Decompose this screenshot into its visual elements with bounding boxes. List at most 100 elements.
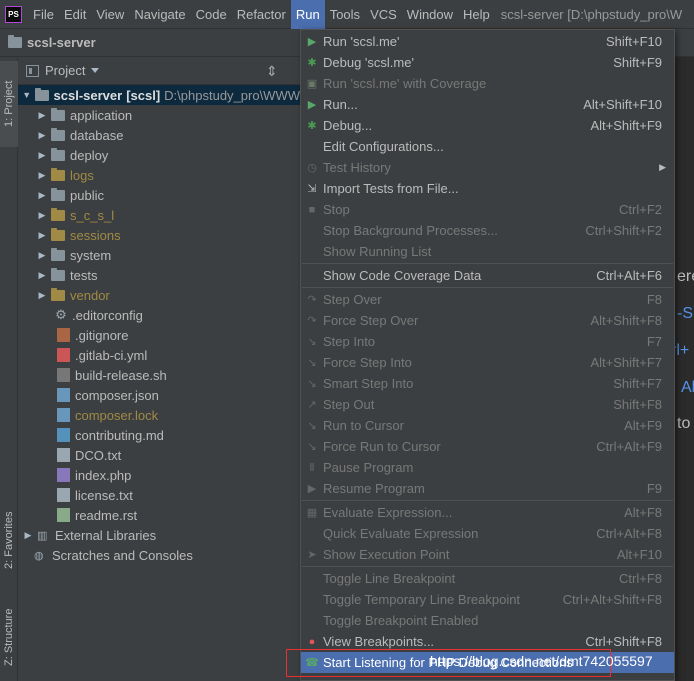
menu-item-smart-step-into[interactable]: ↘ Smart Step Into Shift+F7	[301, 373, 674, 394]
menu-item-test-history[interactable]: ◷ Test History ▶	[301, 157, 674, 178]
menu-item-label: Test History	[323, 160, 391, 175]
watermark: https://blog.csdn.net/dmt742055597	[430, 653, 653, 669]
menu-item-label: Step Out	[323, 397, 375, 412]
menu-item-show-code-coverage-data[interactable]: Show Code Coverage Data Ctrl+Alt+F6	[301, 265, 674, 286]
tree-item-sessions[interactable]: ▶ sessions	[18, 225, 300, 245]
menu-item-shortcut: Ctrl+Shift+F2	[585, 223, 662, 238]
menu-window[interactable]: Window	[402, 0, 458, 29]
menu-item-stop-background-processes[interactable]: Stop Background Processes... Ctrl+Shift+F…	[301, 220, 674, 241]
tree-item-composer-json[interactable]: composer.json	[18, 385, 300, 405]
tree-item-contributing-md[interactable]: contributing.md	[18, 425, 300, 445]
expand-arrow-icon[interactable]: ▼	[22, 90, 32, 100]
folder-icon	[51, 287, 65, 301]
tree-item-logs[interactable]: ▶ logs	[18, 165, 300, 185]
menu-item-evaluate-expression[interactable]: ▦ Evaluate Expression... Alt+F8	[301, 502, 674, 523]
menu-item-force-step-over[interactable]: ↷ Force Step Over Alt+Shift+F8	[301, 310, 674, 331]
tree-item-gitlab-ci-yml[interactable]: .gitlab-ci.yml	[18, 345, 300, 365]
menu-item-debug-scsl-me[interactable]: ✱ Debug 'scsl.me' Shift+F9	[301, 52, 674, 73]
menu-item-label: Show Running List	[323, 244, 432, 259]
menu-item-force-run-to-cursor[interactable]: ↘ Force Run to Cursor Ctrl+Alt+F9	[301, 436, 674, 457]
tree-item-application[interactable]: ▶ application	[18, 105, 300, 125]
menu-item-step-over[interactable]: ↷ Step Over F8	[301, 289, 674, 310]
tree-item-database[interactable]: ▶ database	[18, 125, 300, 145]
menu-item-shortcut: F9	[646, 481, 662, 496]
menu-vcs[interactable]: VCS	[365, 0, 402, 29]
json-file-icon	[57, 388, 70, 402]
menu-file[interactable]: File	[28, 0, 59, 29]
expand-arrow-icon[interactable]: ▶	[36, 290, 48, 301]
php-file-icon	[57, 468, 70, 482]
menu-item-toggle-breakpoint-enabled[interactable]: Toggle Breakpoint Enabled	[301, 610, 674, 631]
expand-arrow-icon[interactable]: ▶	[36, 230, 48, 241]
tree-item-gitignore[interactable]: .gitignore	[18, 325, 300, 345]
collapse-all-icon[interactable]: ⇕	[266, 63, 278, 80]
menu-item-edit-configurations[interactable]: Edit Configurations...	[301, 136, 674, 157]
tree-item-dco-txt[interactable]: DCO.txt	[18, 445, 300, 465]
tree-item-system[interactable]: ▶ system	[18, 245, 300, 265]
force-step-into-icon: ↘	[307, 357, 317, 369]
expand-arrow-icon[interactable]: ▶	[36, 190, 48, 201]
menu-edit[interactable]: Edit	[59, 0, 91, 29]
menu-code[interactable]: Code	[191, 0, 232, 29]
expand-arrow-icon[interactable]: ▶	[22, 530, 34, 541]
menu-item-show-execution-point[interactable]: ➤ Show Execution Point Alt+F10	[301, 544, 674, 565]
menu-separator	[302, 287, 673, 288]
tree-item-s-c-s-l[interactable]: ▶ s_c_s_l	[18, 205, 300, 225]
menu-item-run-to-cursor[interactable]: ↘ Run to Cursor Alt+F9	[301, 415, 674, 436]
expand-arrow-icon[interactable]: ▶	[36, 270, 48, 281]
tab-project[interactable]: 1: Project	[0, 61, 18, 147]
tree-item-vendor[interactable]: ▶ vendor	[18, 285, 300, 305]
menu-item-resume-program[interactable]: ▶ Resume Program F9	[301, 478, 674, 499]
menu-item-shortcut: Alt+F8	[624, 505, 662, 520]
menu-help[interactable]: Help	[458, 0, 495, 29]
menu-tools[interactable]: Tools	[325, 0, 365, 29]
expand-arrow-icon[interactable]: ▶	[36, 170, 48, 181]
menu-item-import-tests-from-file[interactable]: ⇲ Import Tests from File...	[301, 178, 674, 199]
menu-item-debug[interactable]: ✱ Debug... Alt+Shift+F9	[301, 115, 674, 136]
menu-item-run-scsl-me-with-coverage[interactable]: ▣ Run 'scsl.me' with Coverage	[301, 73, 674, 94]
tab-favorites[interactable]: 2: Favorites	[0, 495, 18, 585]
menu-navigate[interactable]: Navigate	[129, 0, 190, 29]
chevron-down-icon[interactable]	[91, 68, 100, 73]
expand-arrow-icon[interactable]: ▶	[36, 130, 48, 141]
menu-view[interactable]: View	[91, 0, 129, 29]
tree-item-external-libraries[interactable]: ▶ ▥ External Libraries	[18, 525, 300, 545]
folder-icon	[51, 187, 65, 201]
tree-item-readme-rst[interactable]: readme.rst	[18, 505, 300, 525]
tree-item-build-release-sh[interactable]: build-release.sh	[18, 365, 300, 385]
expand-arrow-icon[interactable]: ▶	[36, 210, 48, 221]
tree-item-scratches[interactable]: ◍ Scratches and Consoles	[18, 545, 300, 565]
menu-item-show-running-list[interactable]: Show Running List	[301, 241, 674, 262]
expand-arrow-icon[interactable]: ▶	[36, 110, 48, 121]
menu-item-quick-evaluate-expression[interactable]: Quick Evaluate Expression Ctrl+Alt+F8	[301, 523, 674, 544]
expand-arrow-icon[interactable]: ▶	[36, 250, 48, 261]
menu-run[interactable]: Run	[290, 0, 325, 29]
menu-item-step-into[interactable]: ↘ Step Into F7	[301, 331, 674, 352]
tree-item-tests[interactable]: ▶ tests	[18, 265, 300, 285]
menu-item-shortcut: Shift+F10	[605, 34, 662, 49]
menu-item-force-step-into[interactable]: ↘ Force Step Into Alt+Shift+F7	[301, 352, 674, 373]
project-view-selector[interactable]: Project	[45, 63, 85, 78]
menu-item-shortcut: Shift+F9	[613, 55, 662, 70]
menu-item-toggle-line-breakpoint[interactable]: Toggle Line Breakpoint Ctrl+F8	[301, 568, 674, 589]
menu-refactor[interactable]: Refactor	[232, 0, 291, 29]
menu-item-run[interactable]: ▶ Run... Alt+Shift+F10	[301, 94, 674, 115]
tree-item-deploy[interactable]: ▶ deploy	[18, 145, 300, 165]
expand-arrow-icon[interactable]: ▶	[36, 150, 48, 161]
pause-icon: Ⅱ	[309, 462, 315, 474]
tree-item-composer-lock[interactable]: composer.lock	[18, 405, 300, 425]
folder-icon	[51, 127, 65, 141]
menu-item-stop[interactable]: ■ Stop Ctrl+F2	[301, 199, 674, 220]
tree-item-editorconfig[interactable]: ⚙ .editorconfig	[18, 305, 300, 325]
tree-item-public[interactable]: ▶ public	[18, 185, 300, 205]
menu-item-step-out[interactable]: ↗ Step Out Shift+F8	[301, 394, 674, 415]
tree-root[interactable]: ▼ scsl-server [scsl] D:\phpstudy_pro\WWW	[18, 85, 300, 105]
menu-item-toggle-temporary-line-breakpoint[interactable]: Toggle Temporary Line Breakpoint Ctrl+Alt…	[301, 589, 674, 610]
menu-item-run-scsl-me[interactable]: ▶ Run 'scsl.me' Shift+F10	[301, 31, 674, 52]
menu-item-pause-program[interactable]: Ⅱ Pause Program	[301, 457, 674, 478]
tree-item-license-txt[interactable]: license.txt	[18, 485, 300, 505]
tab-structure[interactable]: Z: Structure	[0, 592, 18, 681]
breadcrumb[interactable]: scsl-server	[27, 35, 96, 50]
menu-item-shortcut: Alt+Shift+F10	[583, 97, 662, 112]
tree-item-index-php[interactable]: index.php	[18, 465, 300, 485]
